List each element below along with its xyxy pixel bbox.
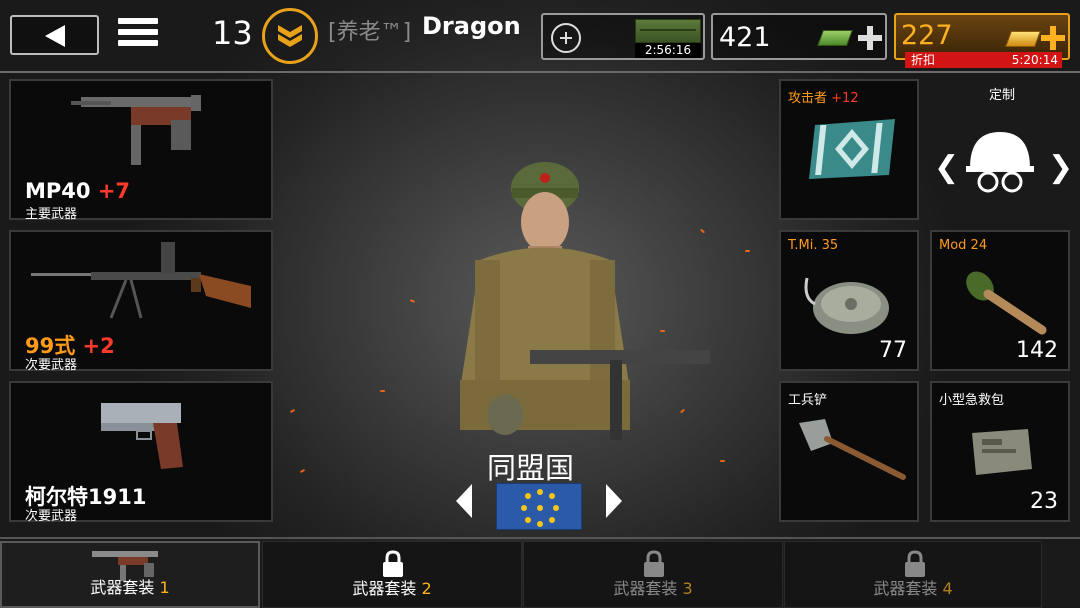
primary-weapon-slot[interactable]: MP40 +7 主要武器	[9, 79, 273, 222]
medal-title-text: 攻击者	[788, 91, 828, 106]
tab-label: 武器套装 2	[263, 575, 521, 599]
player-level: 13	[212, 14, 253, 52]
tab-loadout-2[interactable]: 武器套装 2	[262, 541, 522, 608]
medkit-slot[interactable]: 小型急救包 23	[930, 381, 1070, 522]
ribbon-medal-icon	[809, 119, 895, 179]
gold-bar-icon	[1005, 31, 1041, 47]
cash-amount: 421	[719, 22, 771, 53]
crate-timer: 2:56:16	[635, 43, 701, 58]
gold-amount: 227	[901, 20, 953, 51]
menu-button[interactable]	[118, 18, 158, 54]
grenade-title: T.Mi. 35	[788, 238, 839, 253]
menu-icon	[118, 18, 158, 24]
item-count: 23	[1030, 489, 1058, 514]
tab-label: 武器套装 3	[524, 575, 782, 599]
add-cash-icon	[858, 26, 882, 50]
rank-badge[interactable]	[262, 8, 318, 64]
back-button[interactable]	[10, 15, 99, 55]
stick-grenade-icon	[966, 271, 1047, 335]
supply-crate-box[interactable]: 2:56:16	[541, 13, 705, 60]
tab-label-text: 武器套装	[90, 578, 155, 597]
lock-icon	[905, 550, 925, 577]
item-count: 77	[879, 338, 907, 363]
cash-icon	[817, 30, 853, 46]
weapon-bonus: +7	[97, 179, 131, 203]
tab-number: 1	[159, 578, 170, 597]
tabs-divider	[0, 537, 1080, 539]
grenade-title: Mod 24	[939, 238, 988, 253]
secondary-weapon-slot[interactable]: 99式 +2 次要武器	[9, 230, 273, 373]
weapon-type: 次要武器	[25, 509, 78, 524]
tab-label-text: 武器套装	[613, 579, 678, 598]
sidearm-weapon-slot[interactable]: 柯尔特1911 次要武器	[9, 381, 273, 524]
landmine-icon	[804, 277, 889, 334]
tab-loadout-3[interactable]: 武器套装 3	[523, 541, 783, 608]
supply-crate-icon	[635, 19, 701, 43]
faction-prev-arrow[interactable]	[456, 484, 472, 518]
colt1911-icon	[101, 403, 183, 469]
soldier-character	[460, 162, 710, 440]
weapon-type: 主要武器	[25, 207, 78, 222]
medkit-icon	[972, 429, 1032, 475]
player-name: Dragon	[422, 12, 521, 40]
weapon-bonus: +2	[82, 334, 115, 358]
melee-slot[interactable]: 工兵铲	[779, 381, 919, 522]
customize-next-arrow[interactable]: ❯	[1048, 150, 1073, 185]
tab-label-text: 武器套装	[352, 579, 417, 598]
lock-icon	[644, 550, 664, 577]
faction-next-arrow[interactable]	[606, 484, 622, 518]
tab-number: 3	[682, 579, 693, 598]
tab-label: 武器套装 1	[2, 574, 258, 598]
top-bar: 13 [养老™] Dragon 2:56:16 421 227 折扣 5:20:…	[0, 0, 1080, 72]
grenade-slot-2[interactable]: Mod 24 142	[930, 230, 1070, 371]
back-arrow-icon	[45, 25, 65, 47]
add-gold-icon	[1041, 26, 1065, 50]
weapon-type: 次要武器	[25, 358, 78, 373]
shovel-icon	[799, 419, 906, 480]
tab-number: 4	[942, 579, 953, 598]
add-circle-icon	[551, 23, 581, 53]
allies-flag-icon	[496, 483, 582, 530]
tab-label: 武器套装 4	[785, 575, 1041, 599]
medal-slot[interactable]: 攻击者 +12	[779, 79, 919, 220]
sale-label: 折扣	[911, 53, 936, 67]
tab-label-text: 武器套装	[873, 579, 938, 598]
weapon-name-text: MP40	[25, 179, 91, 203]
sale-banner[interactable]: 折扣 5:20:14	[905, 52, 1062, 68]
cash-box[interactable]: 421	[711, 13, 887, 60]
tab-number: 2	[421, 579, 432, 598]
type99-rifle-icon	[31, 242, 251, 319]
melee-title: 工兵铲	[788, 393, 828, 408]
player-clan-tag: [养老™]	[328, 20, 412, 45]
customize-label: 定制	[988, 88, 1015, 103]
tab-loadout-1[interactable]: 武器套装 1	[0, 541, 260, 608]
mp40-icon	[71, 95, 201, 165]
helmet-icon[interactable]	[964, 128, 1036, 198]
ember-particle	[380, 390, 385, 392]
tab-loadout-4[interactable]: 武器套装 4	[784, 541, 1042, 608]
medal-bonus: +12	[831, 91, 859, 106]
sale-timer: 5:20:14	[1011, 53, 1058, 67]
ember-particle	[720, 460, 725, 462]
ember-particle	[745, 250, 750, 252]
faction-name: 同盟国	[487, 451, 575, 485]
item-count: 142	[1016, 338, 1058, 363]
rank-chevron-icon	[278, 25, 302, 47]
header-divider	[0, 71, 1080, 73]
medal-title: 攻击者 +12	[788, 87, 859, 106]
medkit-title: 小型急救包	[939, 393, 1005, 408]
lock-icon	[383, 550, 403, 577]
customize-prev-arrow[interactable]: ❮	[934, 150, 959, 185]
grenade-slot-1[interactable]: T.Mi. 35 77	[779, 230, 919, 371]
weapon-name: MP40 +7	[25, 179, 130, 203]
